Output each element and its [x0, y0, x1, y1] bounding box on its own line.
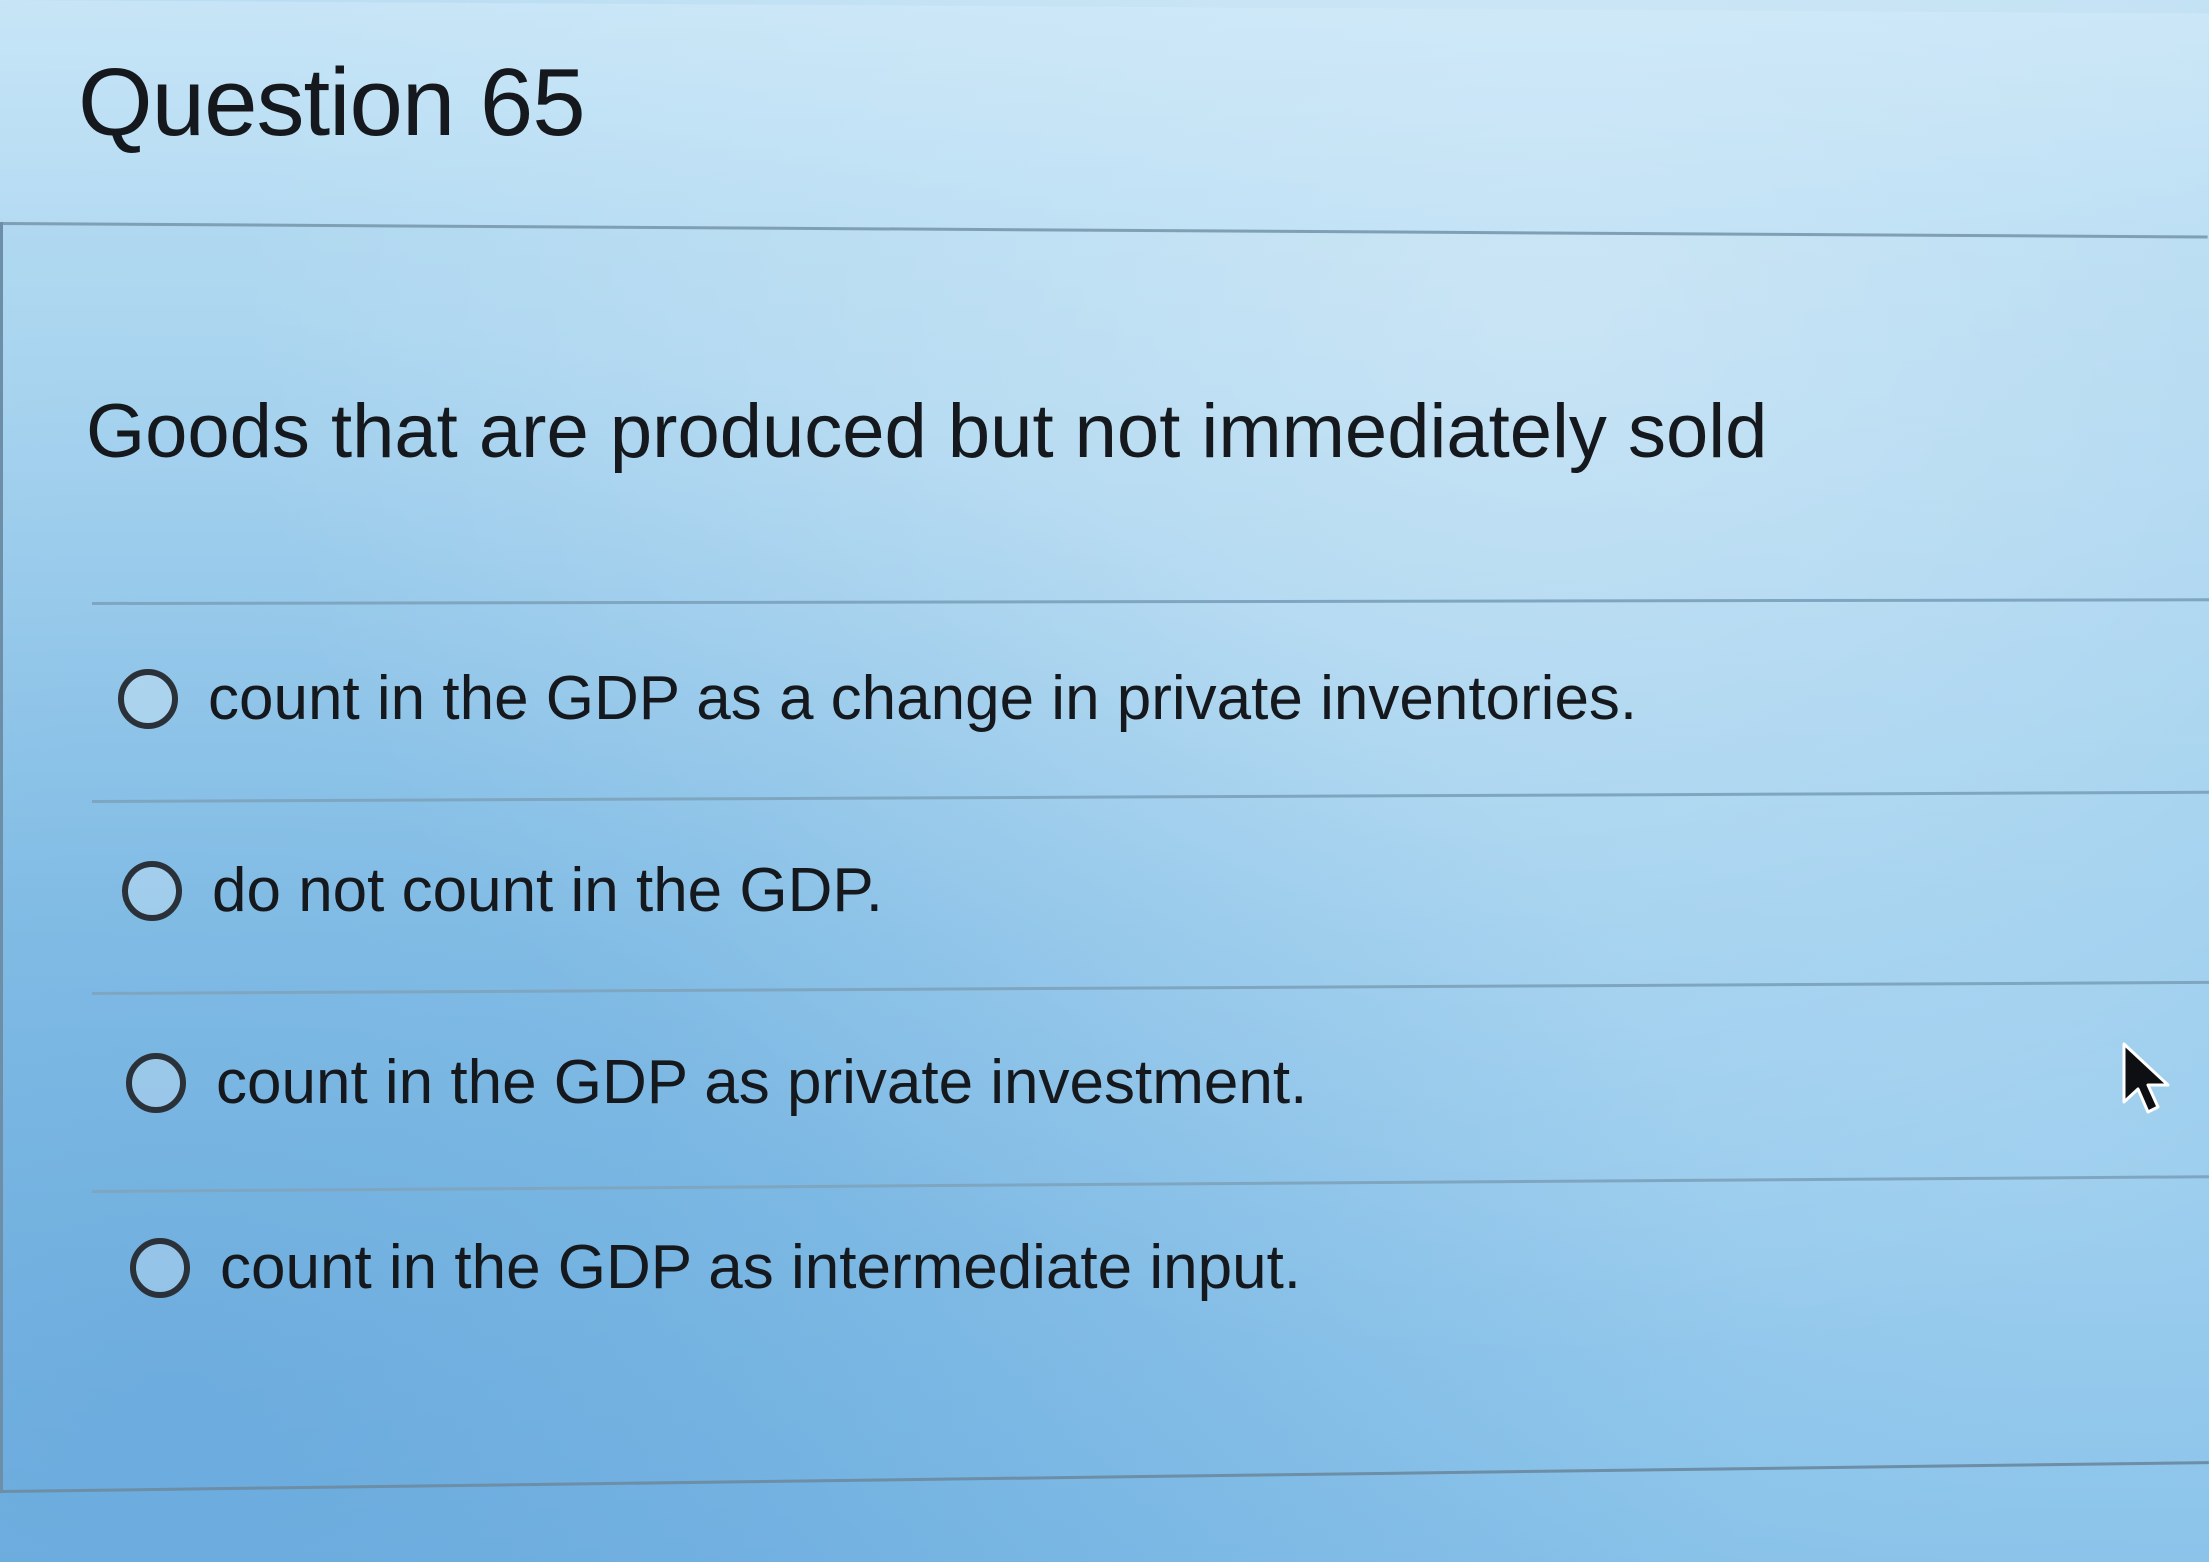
answer-option-label: count in the GDP as intermediate input.: [220, 1233, 1302, 1302]
answer-option[interactable]: count in the GDP as private investment.: [126, 1047, 1307, 1118]
answer-option[interactable]: do not count in the GDP.: [122, 855, 883, 926]
divider: [92, 790, 2209, 803]
card-bottom-border: [0, 1461, 2209, 1493]
answer-option[interactable]: count in the GDP as intermediate input.: [130, 1232, 1301, 1303]
question-prompt: Goods that are produced but not immediat…: [86, 389, 1768, 474]
radio-button-icon[interactable]: [122, 860, 182, 921]
answer-option-label: do not count in the GDP.: [212, 856, 883, 925]
radio-button-icon[interactable]: [126, 1052, 186, 1113]
divider: [92, 598, 2209, 605]
divider: [92, 1175, 2209, 1193]
question-title: Question 65: [78, 49, 586, 156]
answer-option[interactable]: count in the GDP as a change in private …: [118, 663, 1637, 734]
radio-button-icon[interactable]: [130, 1237, 190, 1298]
quiz-question-card: Question 65 Goods that are produced but …: [0, 0, 2209, 1562]
radio-button-icon[interactable]: [118, 668, 178, 729]
answer-option-label: count in the GDP as private investment.: [216, 1048, 1308, 1117]
mouse-pointer-icon: [2122, 1042, 2170, 1114]
divider: [92, 980, 2209, 995]
card-left-border: [0, 222, 3, 1492]
answer-option-label: count in the GDP as a change in private …: [208, 664, 1638, 733]
